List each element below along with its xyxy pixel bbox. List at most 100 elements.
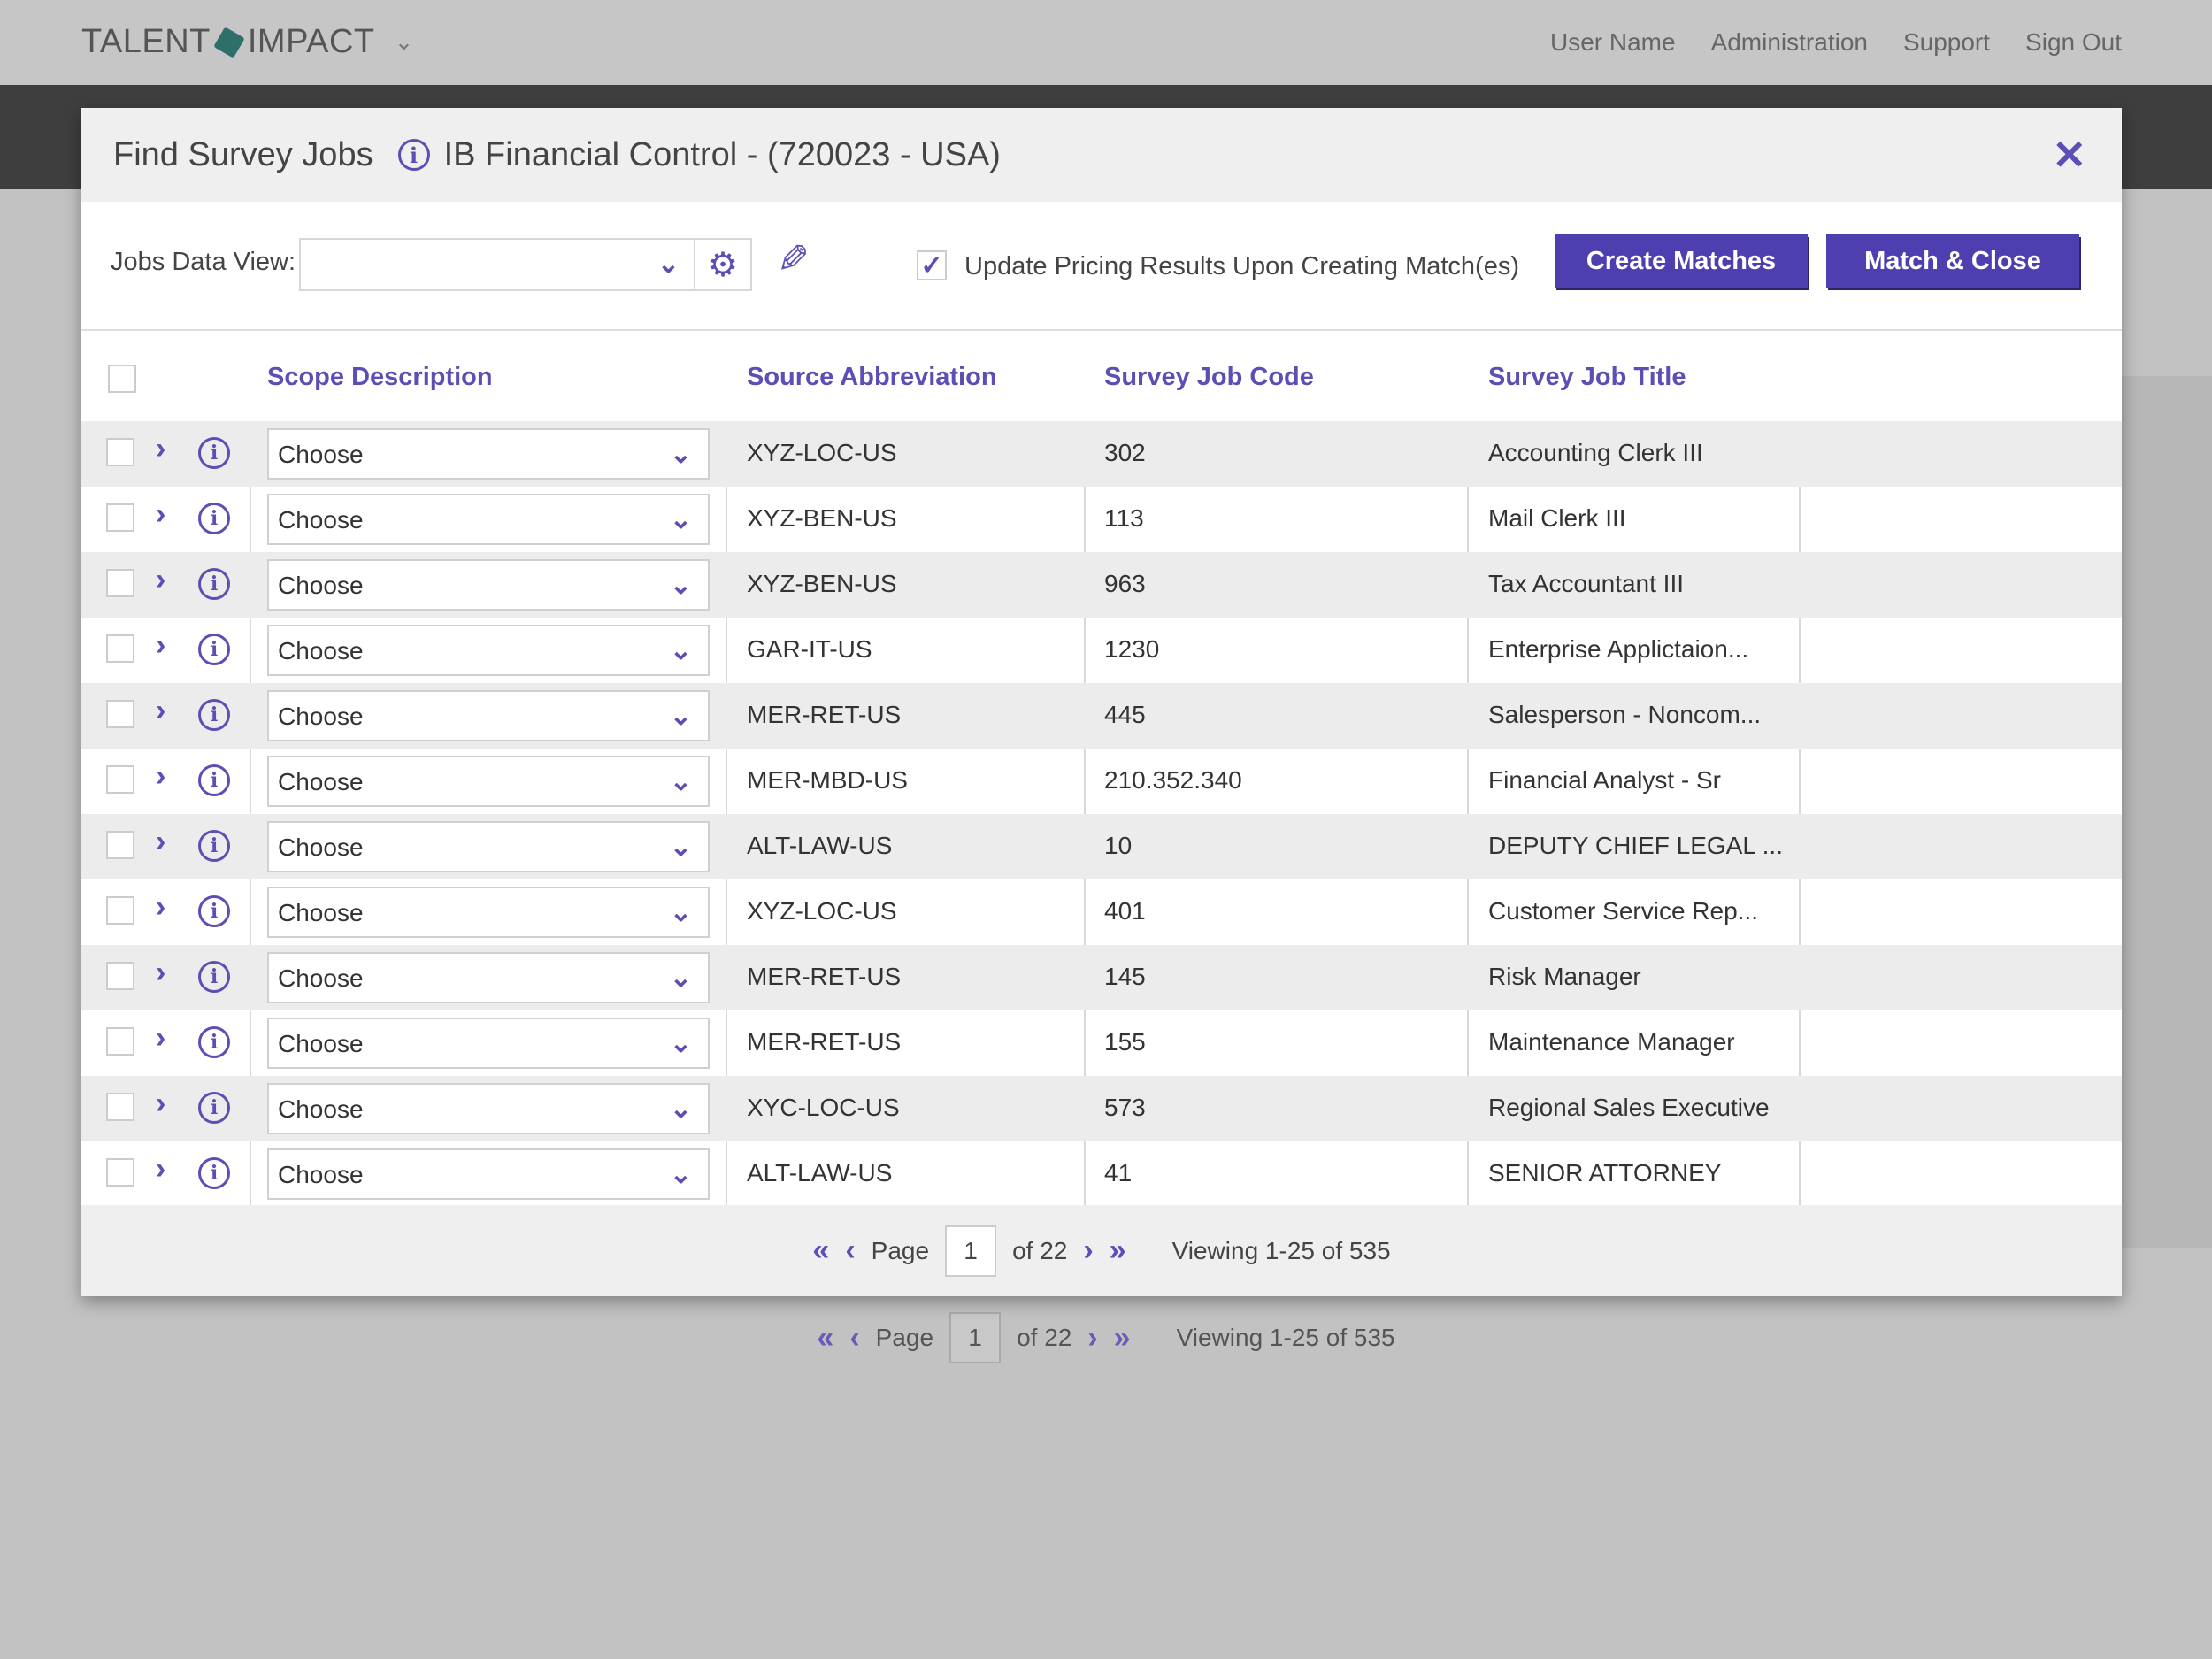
row-checkbox[interactable]	[106, 765, 134, 794]
scope-select[interactable]: Choose ⌄	[267, 1018, 710, 1069]
close-icon[interactable]: ✕	[2052, 131, 2086, 179]
source-abbreviation: XYZ-BEN-US	[747, 570, 897, 597]
scope-select[interactable]: Choose ⌄	[267, 625, 710, 676]
col-survey-job-code[interactable]: Survey Job Code	[1104, 331, 1314, 423]
scope-select[interactable]: Choose ⌄	[267, 756, 710, 807]
info-icon[interactable]: i	[198, 1157, 230, 1189]
row-checkbox[interactable]	[106, 634, 134, 663]
scope-value: Choose	[278, 833, 364, 861]
row-checkbox[interactable]	[106, 700, 134, 728]
prev-page-icon[interactable]: ‹	[845, 1233, 855, 1268]
nav-administration[interactable]: Administration	[1711, 28, 1868, 57]
scope-select[interactable]: Choose ⌄	[267, 690, 710, 741]
col-scope-description[interactable]: Scope Description	[267, 331, 493, 423]
expand-chevron-icon[interactable]: ›	[156, 563, 165, 597]
jobs-data-view-select[interactable]: ⌄	[299, 238, 695, 291]
nav-sign-out[interactable]: Sign Out	[2025, 28, 2122, 57]
expand-chevron-icon[interactable]: ›	[156, 1087, 165, 1121]
table-row: › i Choose ⌄ MER-RET-US 445 Salesperson - Nonc…	[81, 683, 2122, 749]
source-abbreviation: MER-RET-US	[747, 963, 902, 990]
info-icon[interactable]: i	[198, 830, 230, 862]
survey-job-title: DEPUTY CHIEF LEGAL ...	[1488, 832, 1783, 859]
info-icon[interactable]: i	[397, 139, 430, 171]
page-input[interactable]: 1	[945, 1225, 997, 1277]
info-icon[interactable]: i	[198, 437, 230, 469]
info-icon[interactable]: i	[198, 961, 230, 993]
expand-chevron-icon[interactable]: ›	[156, 497, 165, 532]
survey-job-title: Risk Manager	[1488, 963, 1641, 990]
info-icon[interactable]: i	[198, 1026, 230, 1058]
scope-select[interactable]: Choose ⌄	[267, 887, 710, 938]
first-page-icon[interactable]: «	[812, 1233, 829, 1268]
modal-header: Find Survey Jobs i IB Financial Control …	[81, 108, 2122, 202]
row-checkbox[interactable]	[106, 569, 134, 597]
scope-select[interactable]: Choose ⌄	[267, 428, 710, 480]
page-input[interactable]: 1	[949, 1312, 1002, 1363]
row-checkbox[interactable]	[106, 896, 134, 925]
last-page-icon[interactable]: »	[1110, 1233, 1126, 1268]
survey-job-code: 210.352.340	[1104, 766, 1242, 794]
create-matches-button[interactable]: Create Matches	[1555, 234, 1808, 288]
chevron-down-icon[interactable]: ⌄	[395, 28, 414, 56]
row-checkbox[interactable]	[106, 962, 134, 990]
nav-support[interactable]: Support	[1903, 28, 1990, 57]
next-page-icon[interactable]: ›	[1083, 1233, 1093, 1268]
survey-job-code: 302	[1104, 439, 1146, 466]
row-checkbox[interactable]	[106, 438, 134, 466]
survey-job-code: 401	[1104, 897, 1146, 925]
scope-value: Choose	[278, 441, 364, 468]
survey-job-title: Salesperson - Noncom...	[1488, 701, 1762, 728]
info-icon[interactable]: i	[198, 568, 230, 600]
col-survey-job-title[interactable]: Survey Job Title	[1488, 331, 1686, 423]
expand-chevron-icon[interactable]: ›	[156, 759, 165, 794]
page-of-label: of 22	[1012, 1236, 1068, 1264]
cube-icon	[213, 26, 245, 58]
modal-pager: « ‹ Page 1 of 22 › » Viewing 1-25 of 535	[81, 1205, 2122, 1296]
scope-value: Choose	[278, 572, 364, 599]
col-source-abbreviation[interactable]: Source Abbreviation	[747, 331, 997, 423]
info-icon[interactable]: i	[198, 764, 230, 796]
info-icon[interactable]: i	[198, 895, 230, 927]
match-close-button[interactable]: Match & Close	[1826, 234, 2079, 288]
select-all-checkbox[interactable]	[108, 365, 136, 393]
info-icon[interactable]: i	[198, 699, 230, 731]
info-icon[interactable]: i	[198, 1092, 230, 1124]
expand-chevron-icon[interactable]: ›	[156, 694, 165, 728]
expand-chevron-icon[interactable]: ›	[156, 1152, 165, 1187]
table-row: › i Choose ⌄ ALT-LAW-US 10 DEPUTY CHIEF LEGAL …	[81, 814, 2122, 879]
brand-logo[interactable]: TALENT IMPACT ⌄	[81, 23, 414, 61]
next-page-icon[interactable]: ›	[1087, 1321, 1097, 1356]
scope-select[interactable]: Choose ⌄	[267, 1083, 710, 1134]
expand-chevron-icon[interactable]: ›	[156, 1021, 165, 1056]
row-checkbox[interactable]	[106, 1093, 134, 1121]
pencil-icon[interactable]: ✎	[777, 237, 810, 282]
expand-chevron-icon[interactable]: ›	[156, 432, 165, 466]
row-checkbox[interactable]	[106, 503, 134, 532]
expand-chevron-icon[interactable]: ›	[156, 825, 165, 859]
prev-page-icon[interactable]: ‹	[849, 1321, 859, 1356]
survey-job-code: 963	[1104, 570, 1146, 597]
gear-icon[interactable]: ⚙	[695, 238, 752, 291]
scope-select[interactable]: Choose ⌄	[267, 559, 710, 611]
scope-select[interactable]: Choose ⌄	[267, 952, 710, 1003]
nav-user-name[interactable]: User Name	[1550, 28, 1676, 57]
scope-select[interactable]: Choose ⌄	[267, 821, 710, 872]
info-icon[interactable]: i	[198, 634, 230, 665]
info-icon[interactable]: i	[198, 503, 230, 534]
survey-job-title: Mail Clerk III	[1488, 504, 1626, 532]
scope-select[interactable]: Choose ⌄	[267, 494, 710, 545]
update-pricing-checkbox[interactable]: ✓	[917, 250, 947, 280]
scope-select[interactable]: Choose ⌄	[267, 1148, 710, 1200]
source-abbreviation: GAR-IT-US	[747, 635, 872, 663]
row-checkbox[interactable]	[106, 831, 134, 859]
expand-chevron-icon[interactable]: ›	[156, 890, 165, 925]
first-page-icon[interactable]: «	[817, 1321, 833, 1356]
expand-chevron-icon[interactable]: ›	[156, 628, 165, 663]
row-checkbox[interactable]	[106, 1158, 134, 1187]
row-checkbox[interactable]	[106, 1027, 134, 1056]
last-page-icon[interactable]: »	[1114, 1321, 1131, 1356]
chevron-down-icon: ⌄	[669, 833, 692, 862]
background-panel	[2106, 376, 2212, 1248]
expand-chevron-icon[interactable]: ›	[156, 956, 165, 990]
chevron-down-icon: ⌄	[669, 898, 692, 927]
